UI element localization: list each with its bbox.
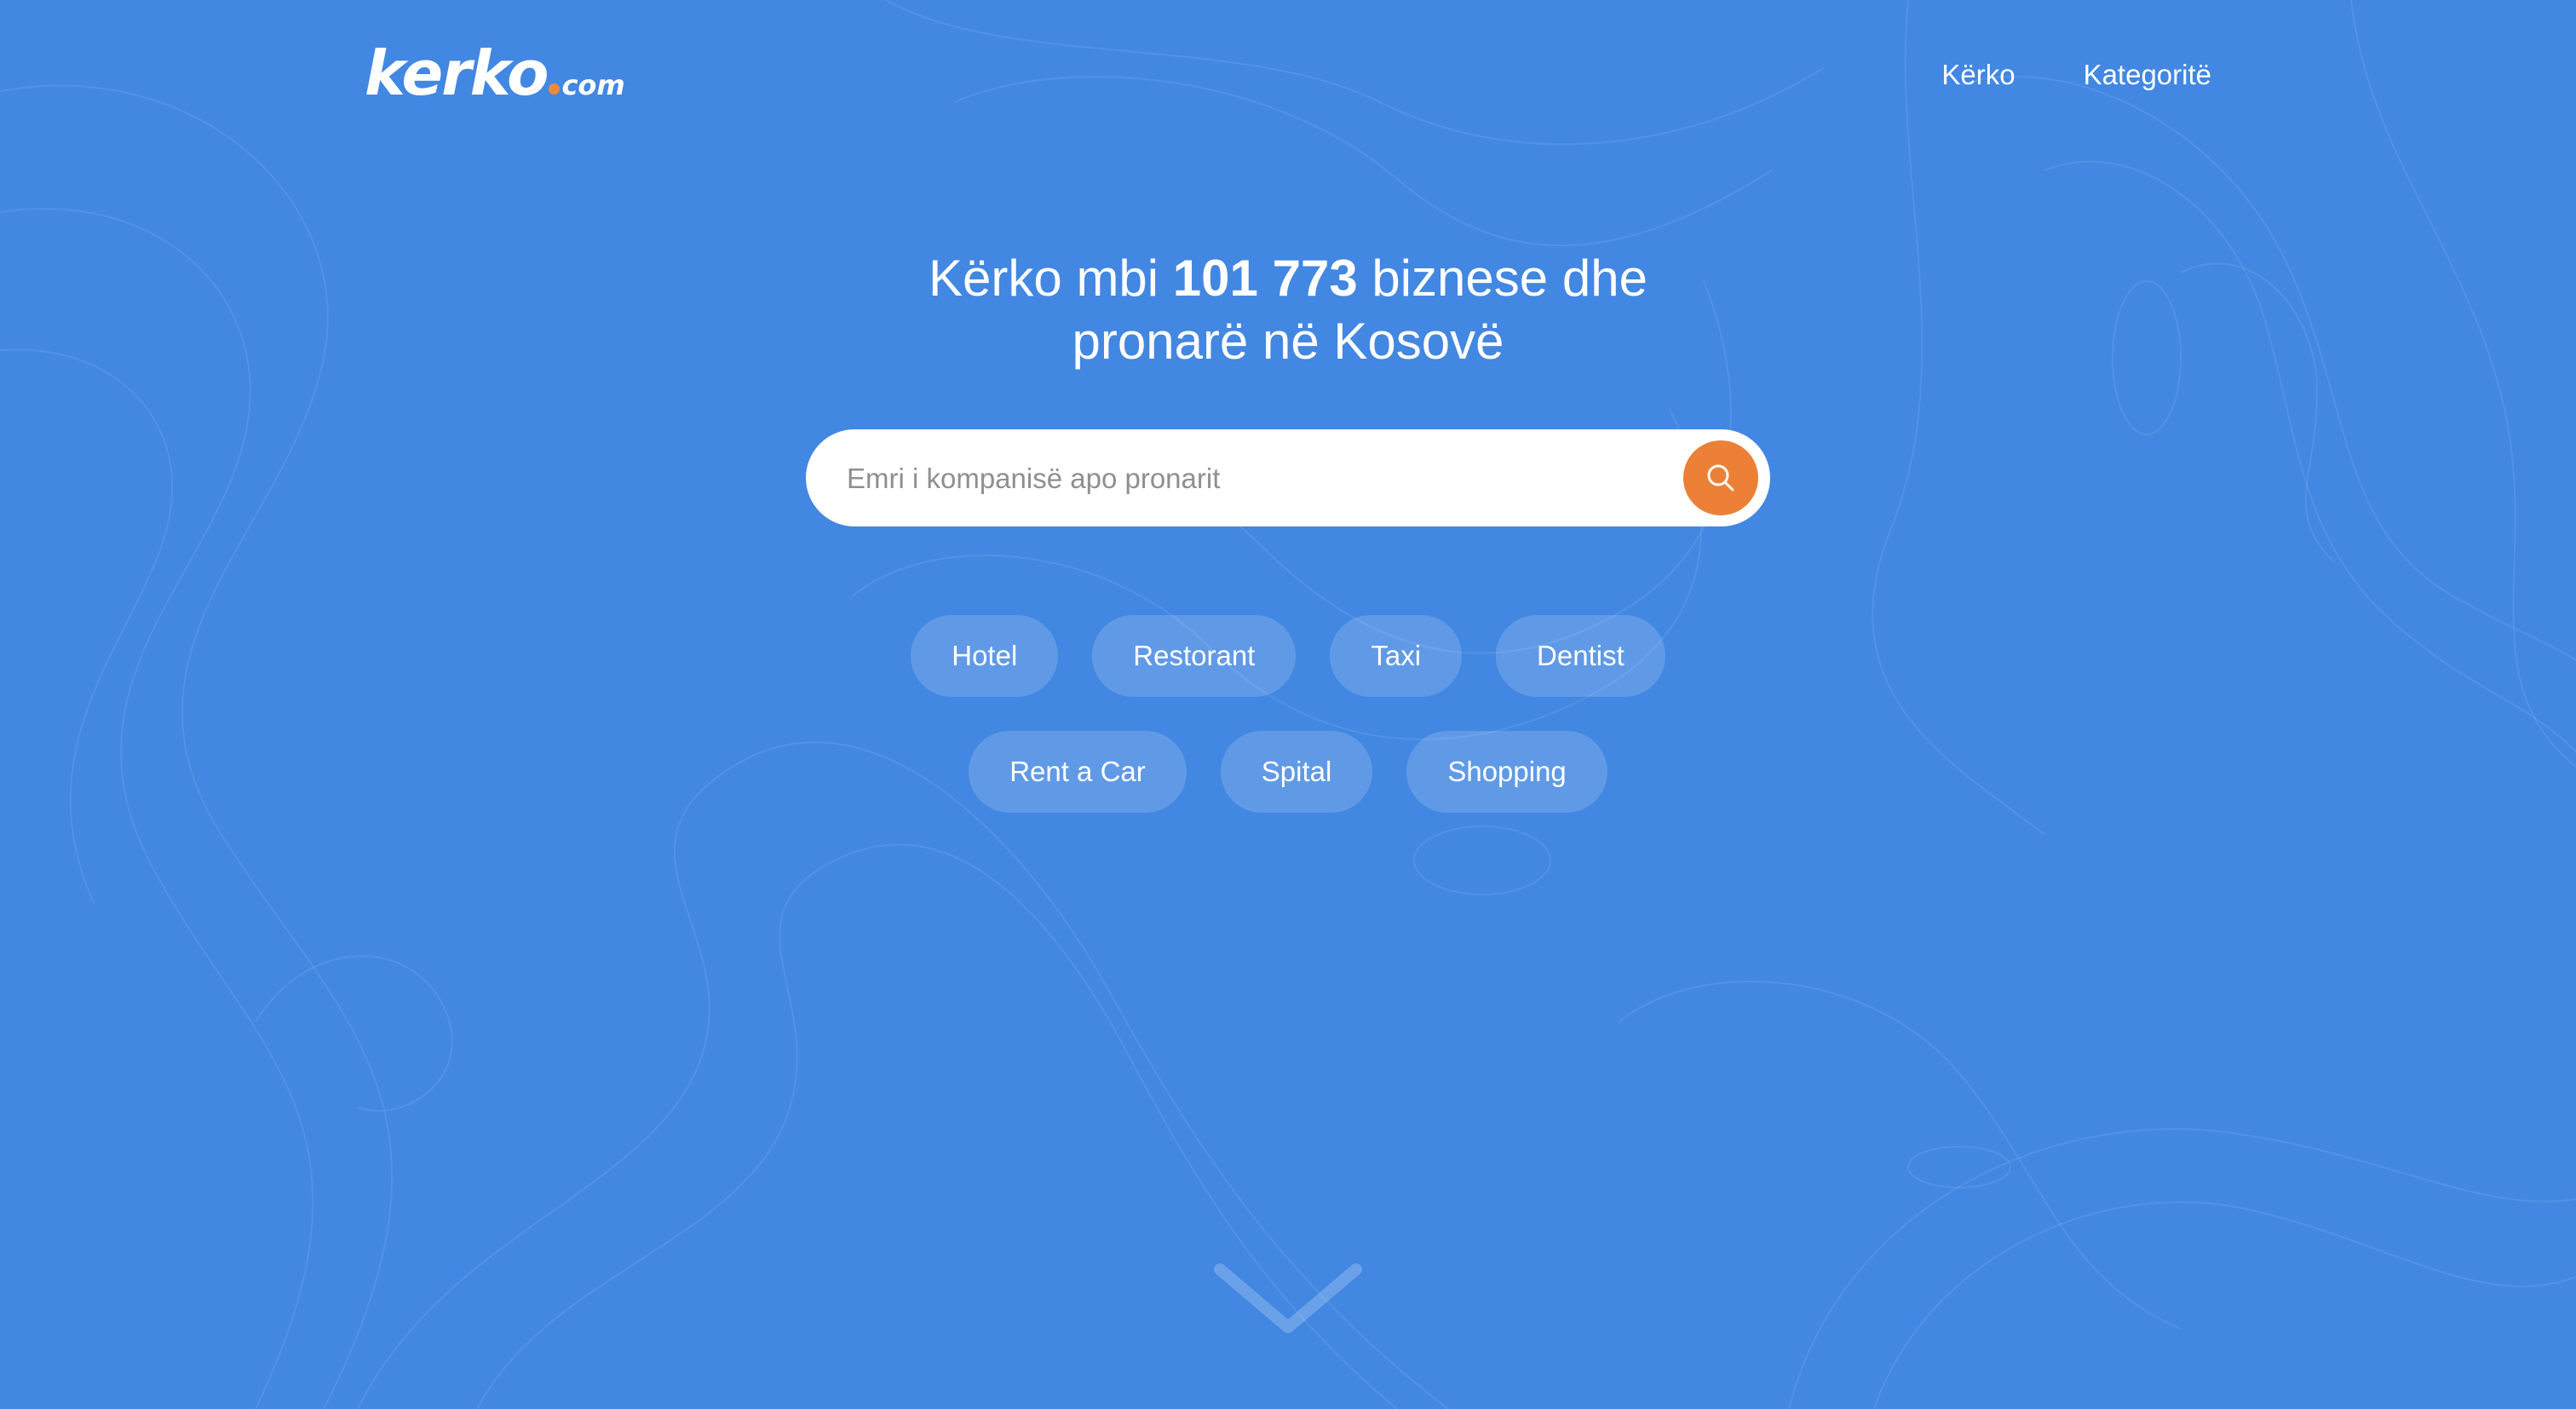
category-chip-spital[interactable]: Spital — [1220, 731, 1373, 813]
topographic-background — [0, 0, 2576, 1409]
chevron-down-icon[interactable] — [1210, 1259, 1366, 1337]
category-chip-shopping[interactable]: Shopping — [1406, 731, 1607, 813]
search-button[interactable] — [1683, 440, 1758, 515]
category-chip-hotel[interactable]: Hotel — [911, 615, 1059, 697]
category-chip-rent-a-car[interactable]: Rent a Car — [969, 731, 1187, 813]
hero-title-prefix: Kërko mbi — [929, 250, 1173, 307]
logo-tld: com — [561, 69, 625, 101]
category-chip-restorant[interactable]: Restorant — [1092, 615, 1297, 697]
kerko-logo[interactable]: kerko com — [365, 43, 625, 104]
nav-link-kerko[interactable]: Kërko — [1941, 58, 2015, 92]
site-header: kerko com Kërko Kategoritë — [0, 0, 2576, 153]
business-count: 101 773 — [1172, 250, 1358, 307]
search-input[interactable] — [845, 429, 1615, 528]
search-icon — [1707, 464, 1734, 492]
category-chip-taxi[interactable]: Taxi — [1330, 615, 1463, 697]
hero-title: Kërko mbi 101 773 biznese dhe pronarë në… — [0, 247, 2576, 373]
logo-dot — [549, 83, 561, 95]
hero-title-line2: pronarë në Kosovë — [1072, 313, 1504, 370]
hero-title-suffix: biznese dhe — [1357, 250, 1647, 307]
category-chip-dentist[interactable]: Dentist — [1496, 615, 1665, 697]
search-bar — [806, 429, 1770, 528]
nav-link-kategorite[interactable]: Kategoritë — [2084, 58, 2211, 92]
category-chips-row-2: Rent a Car Spital Shopping — [0, 731, 2576, 813]
logo-wordmark: kerko — [365, 37, 549, 109]
main-nav: Kërko Kategoritë — [1941, 58, 2211, 92]
category-chips-row-1: Hotel Restorant Taxi Dentist — [0, 615, 2576, 697]
